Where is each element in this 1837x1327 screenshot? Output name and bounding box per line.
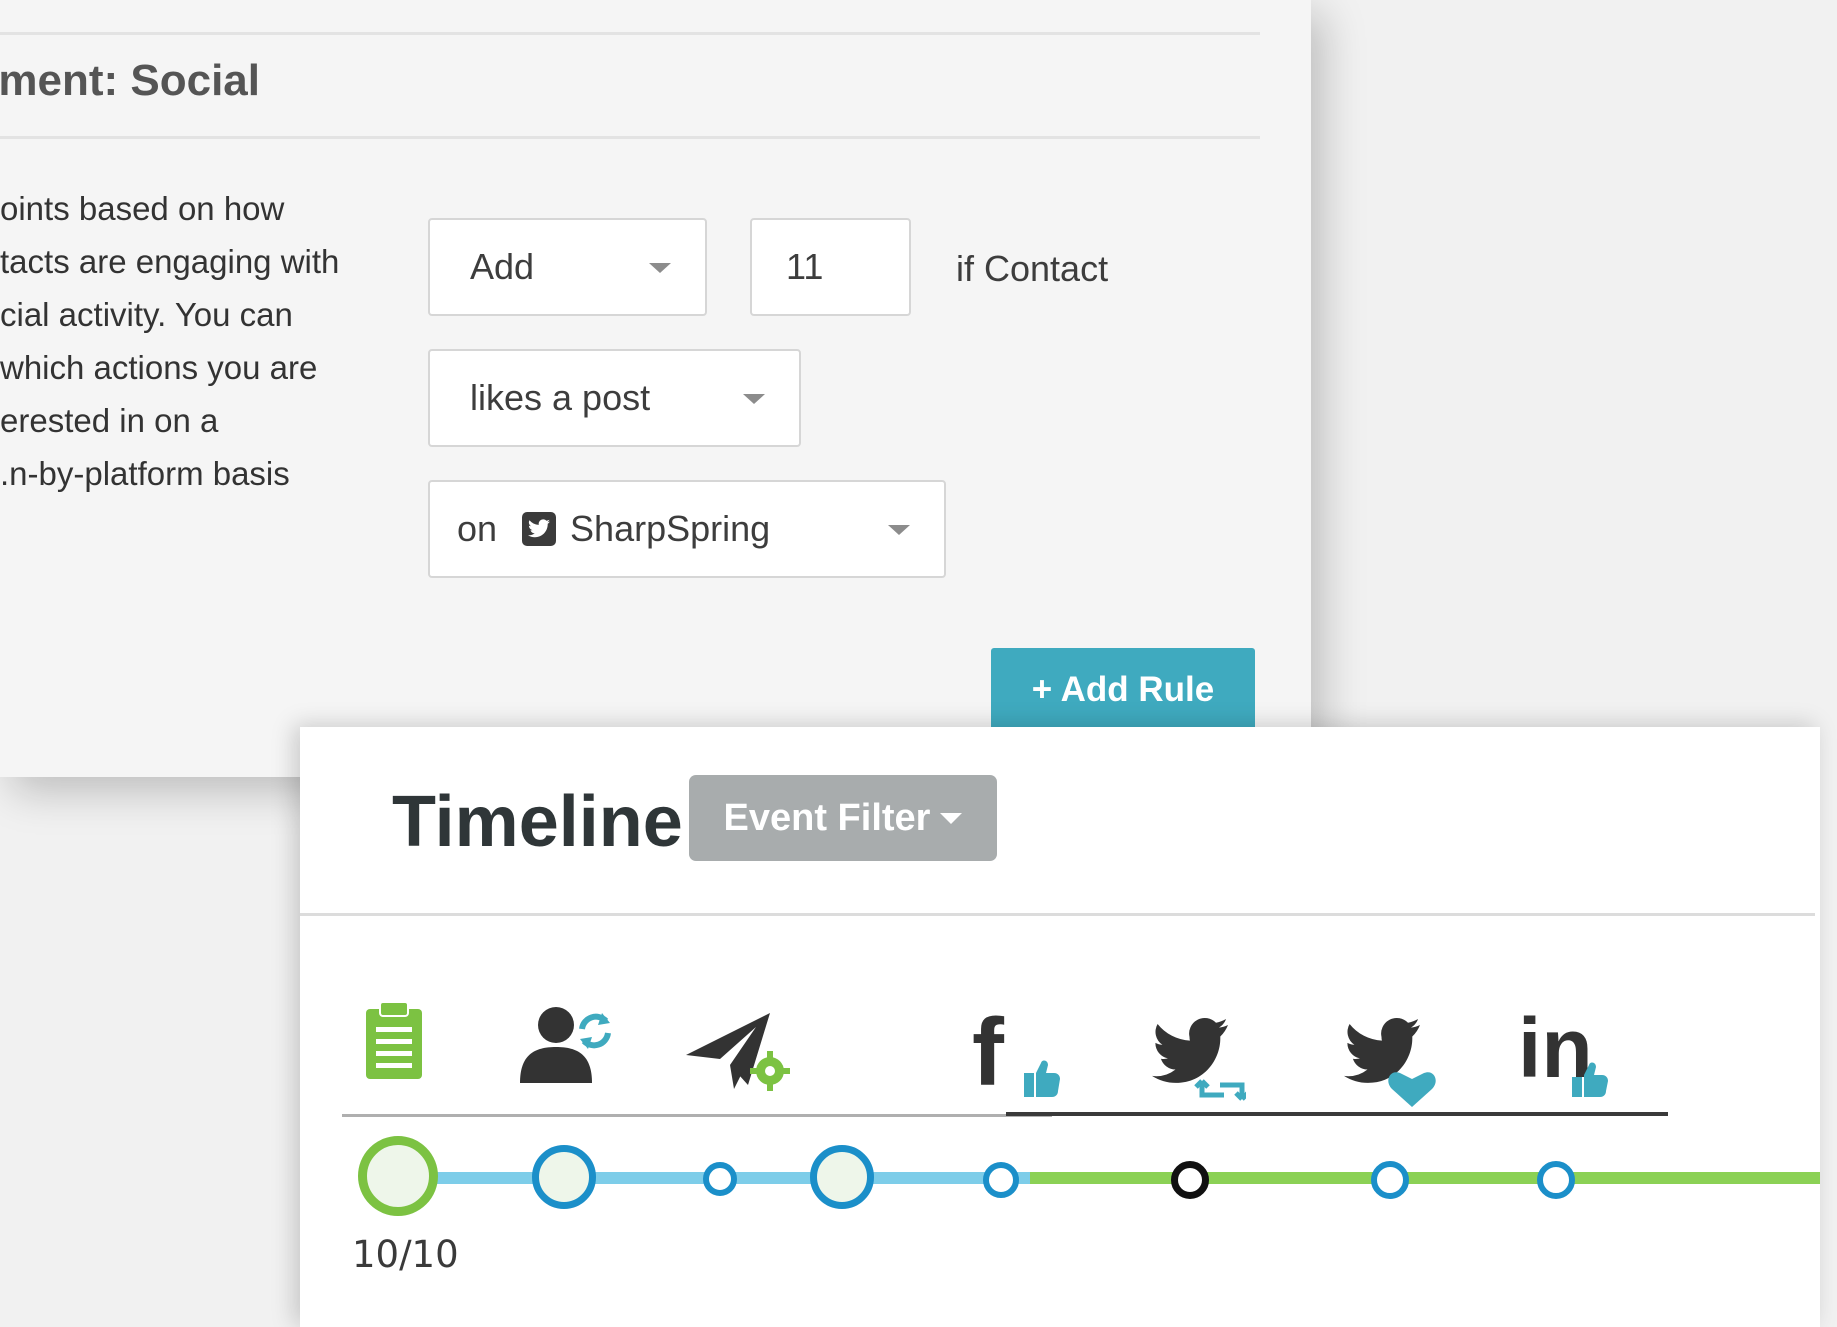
event-filter-button[interactable]: Event Filter: [689, 775, 997, 861]
event-filter-label: Event Filter: [723, 796, 931, 839]
event-select-value: likes a post: [470, 377, 651, 418]
social-engagement-rule-panel: ement: Social oints based on how tacts a…: [0, 0, 1311, 777]
contact-update-icon[interactable]: [518, 1003, 618, 1088]
action-select-value: Add: [470, 246, 535, 287]
timeline-node[interactable]: [983, 1162, 1019, 1198]
event-group-underline: [342, 1114, 1052, 1117]
description-line: oints based on how: [0, 190, 285, 227]
condition-label: if Contact: [956, 248, 1109, 289]
description-line: tacts are engaging with: [0, 243, 340, 280]
caret-down-icon: [940, 812, 963, 824]
points-input[interactable]: 11: [750, 218, 911, 316]
description-line: cial activity. You can: [0, 296, 293, 333]
description-line: which actions you are: [0, 349, 318, 386]
timeline-track-social: [1030, 1172, 1820, 1184]
timeline-node[interactable]: [1371, 1161, 1409, 1199]
description-line: n-by-platform basis.: [0, 455, 290, 492]
panel-divider: [0, 136, 1260, 139]
email-send-icon[interactable]: [684, 1011, 796, 1104]
timeline-node[interactable]: [703, 1162, 737, 1196]
chevron-down-icon: [743, 394, 765, 404]
panel-top-divider: [0, 32, 1260, 35]
account-select-prefix: on: [457, 508, 498, 549]
timeline-date-label: 10/10: [352, 1233, 459, 1276]
action-select[interactable]: Add: [428, 218, 707, 316]
twitter-retweet-icon[interactable]: [1142, 1017, 1250, 1112]
timeline-title: Timeline: [392, 782, 683, 862]
account-select[interactable]: on SharpSpring: [428, 480, 946, 578]
twitter-favorite-icon[interactable]: [1334, 1017, 1438, 1114]
points-input-value: 11: [786, 246, 824, 287]
timeline-node[interactable]: [810, 1145, 874, 1209]
account-select-value: SharpSpring: [570, 508, 771, 549]
rule-description: oints based on how tacts are engaging wi…: [0, 182, 360, 500]
facebook-like-icon[interactable]: f: [972, 999, 1062, 1106]
chevron-down-icon: [649, 263, 671, 273]
linkedin-like-icon[interactable]: in: [1518, 1001, 1622, 1104]
timeline-panel: Timeline Event Filter f in 10/10: [300, 727, 1820, 1327]
timeline-node-selected[interactable]: [1171, 1161, 1209, 1199]
svg-text:f: f: [972, 1007, 1005, 1099]
event-select[interactable]: likes a post: [428, 349, 801, 447]
add-rule-button[interactable]: + Add Rule: [991, 648, 1255, 731]
description-line: erested in on a: [0, 402, 219, 439]
chevron-down-icon: [888, 525, 910, 535]
timeline-node[interactable]: [532, 1145, 596, 1209]
twitter-icon: [522, 512, 557, 546]
timeline-divider: [300, 913, 1815, 916]
panel-title: ement: Social: [0, 56, 260, 105]
social-group-underline: [1006, 1112, 1668, 1116]
timeline-node[interactable]: [1537, 1161, 1575, 1199]
clipboard-icon[interactable]: [364, 999, 424, 1086]
timeline-node[interactable]: [358, 1136, 438, 1216]
